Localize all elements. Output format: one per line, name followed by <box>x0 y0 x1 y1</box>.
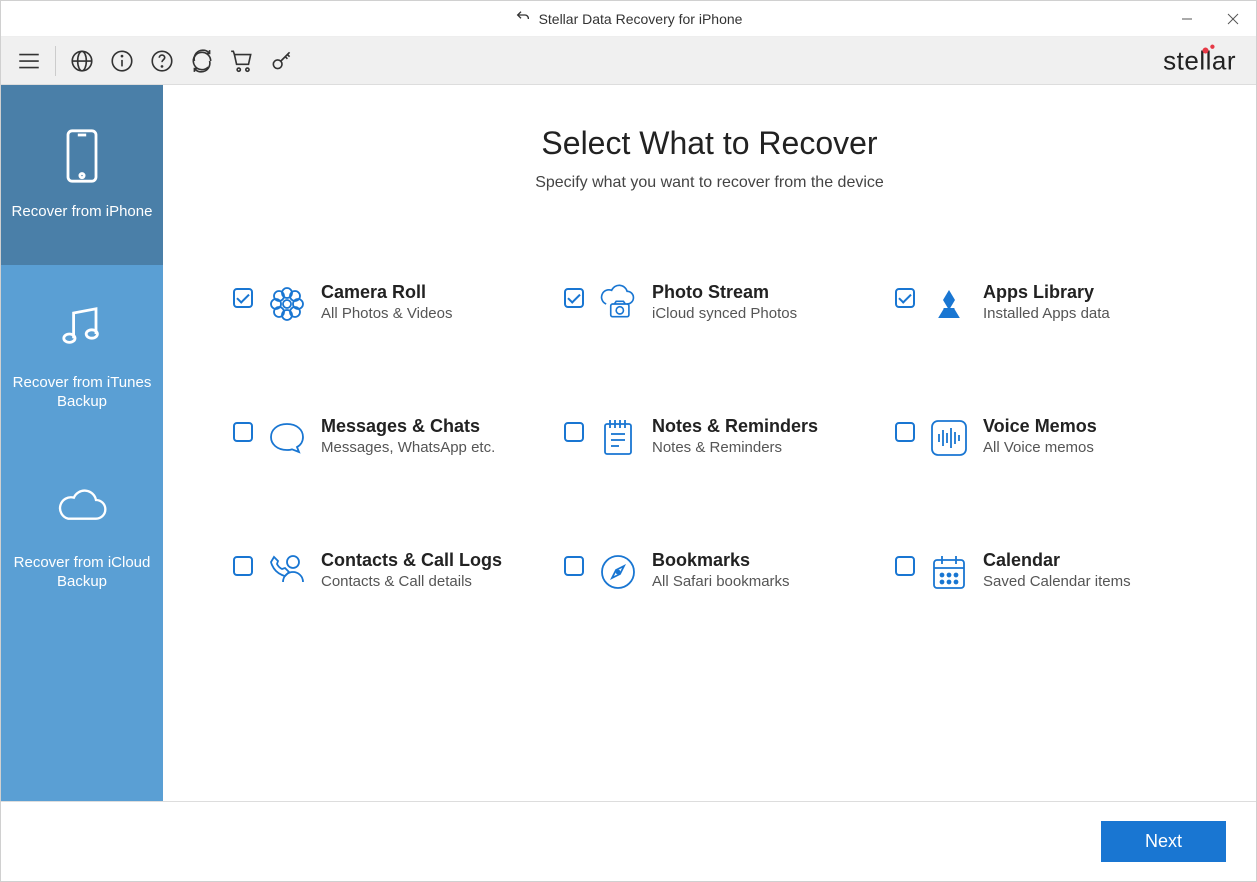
compass-icon <box>596 550 640 594</box>
music-note-icon <box>54 299 110 359</box>
next-button[interactable]: Next <box>1101 821 1226 862</box>
app-window: Stellar Data Recovery for iPhone <box>0 0 1257 882</box>
contacts-icon <box>265 550 309 594</box>
help-button[interactable] <box>144 43 180 79</box>
toolbar: stel●●lar <box>1 37 1256 85</box>
titlebar: Stellar Data Recovery for iPhone <box>1 1 1256 37</box>
option-desc: Saved Calendar items <box>983 573 1131 590</box>
option-title: Notes & Reminders <box>652 416 818 437</box>
iphone-icon <box>54 128 110 188</box>
checkbox-contacts[interactable] <box>233 556 253 576</box>
option-title: Photo Stream <box>652 282 797 303</box>
info-button[interactable] <box>104 43 140 79</box>
option-text: Messages & Chats Messages, WhatsApp etc. <box>321 416 495 456</box>
option-title: Voice Memos <box>983 416 1097 437</box>
option-messages[interactable]: Messages & Chats Messages, WhatsApp etc. <box>233 416 524 460</box>
sidebar-item-recover-iphone[interactable]: Recover from iPhone <box>1 85 163 265</box>
option-desc: Installed Apps data <box>983 305 1110 322</box>
chat-icon <box>265 416 309 460</box>
checkbox-voice-memos[interactable] <box>895 422 915 442</box>
language-button[interactable] <box>64 43 100 79</box>
option-text: Camera Roll All Photos & Videos <box>321 282 452 322</box>
option-text: Photo Stream iCloud synced Photos <box>652 282 797 322</box>
options-grid: Camera Roll All Photos & Videos Photo St… <box>203 282 1216 594</box>
cart-button[interactable] <box>224 43 260 79</box>
cloud-icon <box>54 479 110 539</box>
option-desc: Notes & Reminders <box>652 439 818 456</box>
option-photo-stream[interactable]: Photo Stream iCloud synced Photos <box>564 282 855 326</box>
close-button[interactable] <box>1210 1 1256 37</box>
option-desc: All Voice memos <box>983 439 1097 456</box>
checkbox-apps-library[interactable] <box>895 288 915 308</box>
option-title: Messages & Chats <box>321 416 495 437</box>
footer: Next <box>1 801 1256 881</box>
option-text: Notes & Reminders Notes & Reminders <box>652 416 818 456</box>
main-panel: Select What to Recover Specify what you … <box>163 85 1256 801</box>
cloud-camera-icon <box>596 282 640 326</box>
checkbox-photo-stream[interactable] <box>564 288 584 308</box>
option-text: Bookmarks All Safari bookmarks <box>652 550 790 590</box>
menu-button[interactable] <box>11 43 47 79</box>
sidebar: Recover from iPhone Recover from iTunes … <box>1 85 163 801</box>
titlebar-center: Stellar Data Recovery for iPhone <box>515 9 743 28</box>
page-subtitle: Specify what you want to recover from th… <box>203 174 1216 192</box>
option-desc: All Photos & Videos <box>321 305 452 322</box>
option-desc: All Safari bookmarks <box>652 573 790 590</box>
option-title: Contacts & Call Logs <box>321 550 502 571</box>
option-notes[interactable]: Notes & Reminders Notes & Reminders <box>564 416 855 460</box>
option-bookmarks[interactable]: Bookmarks All Safari bookmarks <box>564 550 855 594</box>
checkbox-notes[interactable] <box>564 422 584 442</box>
toolbar-separator <box>55 46 56 76</box>
notes-icon <box>596 416 640 460</box>
flower-icon <box>265 282 309 326</box>
option-camera-roll[interactable]: Camera Roll All Photos & Videos <box>233 282 524 326</box>
option-calendar[interactable]: Calendar Saved Calendar items <box>895 550 1186 594</box>
option-apps-library[interactable]: Apps Library Installed Apps data <box>895 282 1186 326</box>
checkbox-camera-roll[interactable] <box>233 288 253 308</box>
refresh-button[interactable] <box>184 43 220 79</box>
sidebar-item-label: Recover from iTunes Backup <box>7 373 157 412</box>
option-voice-memos[interactable]: Voice Memos All Voice memos <box>895 416 1186 460</box>
calendar-icon <box>927 550 971 594</box>
option-title: Calendar <box>983 550 1131 571</box>
option-desc: iCloud synced Photos <box>652 305 797 322</box>
sidebar-item-label: Recover from iCloud Backup <box>7 553 157 592</box>
body: Recover from iPhone Recover from iTunes … <box>1 85 1256 801</box>
checkbox-messages[interactable] <box>233 422 253 442</box>
brand-logo: stel●●lar <box>1163 45 1236 76</box>
back-arrow-icon <box>515 9 531 28</box>
voice-waveform-icon <box>927 416 971 460</box>
option-text: Apps Library Installed Apps data <box>983 282 1110 322</box>
option-desc: Messages, WhatsApp etc. <box>321 439 495 456</box>
checkbox-calendar[interactable] <box>895 556 915 576</box>
option-text: Calendar Saved Calendar items <box>983 550 1131 590</box>
option-desc: Contacts & Call details <box>321 573 502 590</box>
option-title: Bookmarks <box>652 550 790 571</box>
sidebar-item-recover-itunes[interactable]: Recover from iTunes Backup <box>1 265 163 445</box>
app-title: Stellar Data Recovery for iPhone <box>539 11 743 27</box>
option-title: Apps Library <box>983 282 1110 303</box>
apps-icon <box>927 282 971 326</box>
option-contacts[interactable]: Contacts & Call Logs Contacts & Call det… <box>233 550 524 594</box>
sidebar-item-label: Recover from iPhone <box>12 202 153 222</box>
option-text: Voice Memos All Voice memos <box>983 416 1097 456</box>
option-title: Camera Roll <box>321 282 452 303</box>
page-title: Select What to Recover <box>203 125 1216 162</box>
sidebar-item-recover-icloud[interactable]: Recover from iCloud Backup <box>1 445 163 625</box>
minimize-button[interactable] <box>1164 1 1210 37</box>
window-controls <box>1164 1 1256 37</box>
option-text: Contacts & Call Logs Contacts & Call det… <box>321 550 502 590</box>
checkbox-bookmarks[interactable] <box>564 556 584 576</box>
key-button[interactable] <box>264 43 300 79</box>
